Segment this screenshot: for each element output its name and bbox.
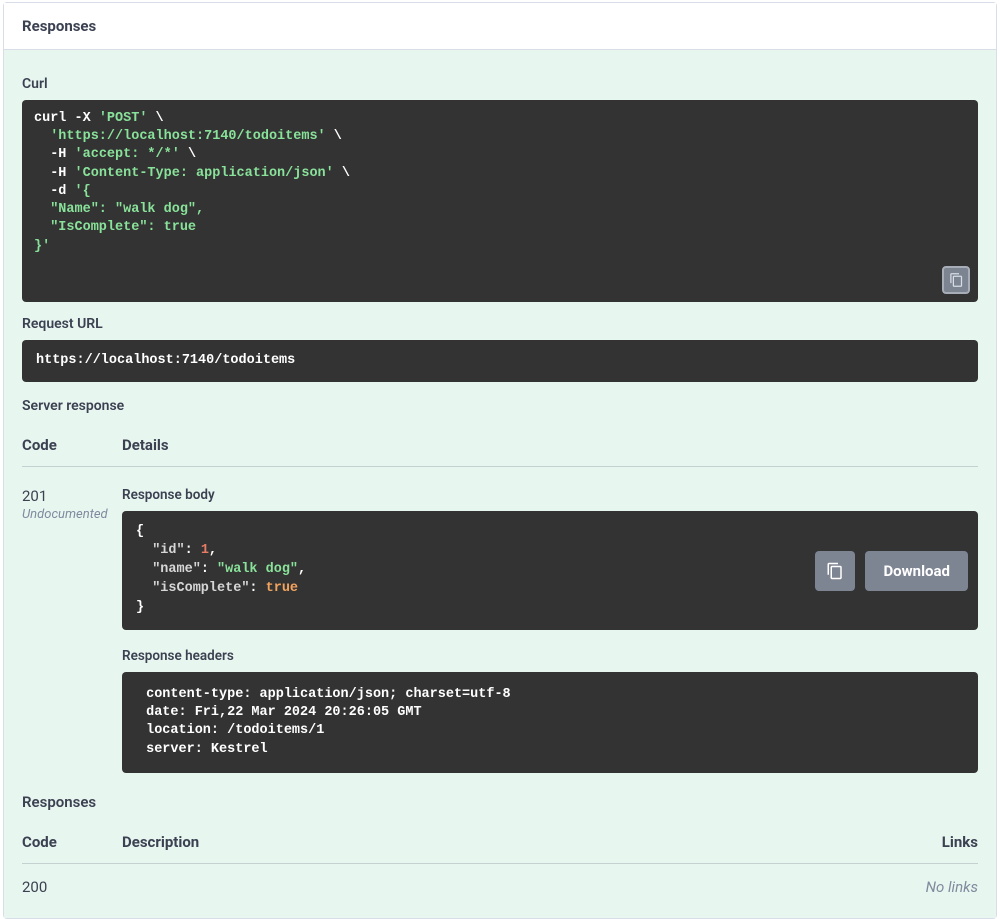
response-headers-text: content-type: application/json; charset=… bbox=[138, 686, 962, 759]
download-button[interactable]: Download bbox=[865, 551, 968, 591]
clipboard-icon bbox=[949, 272, 964, 288]
panel-header: Responses bbox=[4, 3, 996, 50]
clipboard-icon bbox=[826, 561, 844, 581]
response-200-row: 200 No links bbox=[22, 864, 978, 908]
links-header: Links bbox=[888, 833, 978, 851]
code-header: Code bbox=[22, 436, 122, 454]
responses2-header-row: Code Description Links bbox=[22, 823, 978, 864]
code-header-2: Code bbox=[22, 833, 122, 851]
copy-response-button[interactable] bbox=[815, 551, 855, 591]
details-col: Response body { "id": 1, "name": "walk d… bbox=[122, 487, 978, 772]
curl-label: Curl bbox=[22, 76, 978, 92]
response-row: 201 Undocumented Response body { "id": 1… bbox=[22, 467, 978, 772]
request-url-block: https://localhost:7140/todoitems bbox=[22, 340, 978, 382]
status-code-200: 200 bbox=[22, 878, 122, 896]
status-col: 201 Undocumented bbox=[22, 487, 122, 772]
server-response-header-row: Code Details bbox=[22, 426, 978, 467]
description-header: Description bbox=[122, 833, 888, 851]
response-headers-block: content-type: application/json; charset=… bbox=[122, 672, 978, 773]
undocumented-label: Undocumented bbox=[22, 507, 122, 522]
curl-text: curl -X 'POST' \ 'https://localhost:7140… bbox=[34, 111, 350, 254]
curl-block: curl -X 'POST' \ 'https://localhost:7140… bbox=[22, 100, 978, 302]
response-body-buttons: Download bbox=[815, 551, 968, 591]
request-url-value: https://localhost:7140/todoitems bbox=[36, 353, 295, 368]
panel-body: Curl curl -X 'POST' \ 'https://localhost… bbox=[4, 50, 996, 918]
details-header: Details bbox=[122, 436, 978, 454]
responses-label-2: Responses bbox=[22, 793, 978, 811]
response-body-block: { "id": 1, "name": "walk dog", "isComple… bbox=[122, 511, 978, 629]
panel-title: Responses bbox=[22, 17, 978, 35]
response-headers-label: Response headers bbox=[122, 648, 978, 664]
request-url-label: Request URL bbox=[22, 316, 978, 332]
response-body-label: Response body bbox=[122, 487, 978, 503]
server-response-label: Server response bbox=[22, 398, 978, 414]
no-links: No links bbox=[888, 878, 978, 896]
responses-panel: Responses Curl curl -X 'POST' \ 'https:/… bbox=[3, 2, 997, 919]
copy-curl-button[interactable] bbox=[942, 266, 970, 294]
status-code: 201 bbox=[22, 487, 122, 505]
